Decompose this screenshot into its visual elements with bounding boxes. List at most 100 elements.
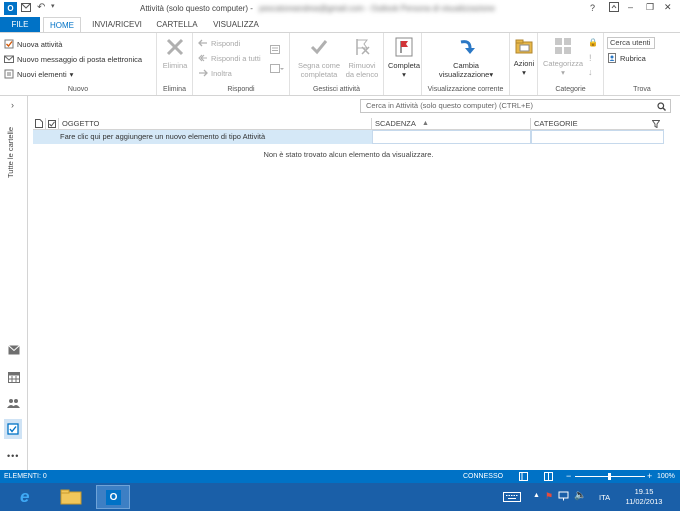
group-label-categories: Categorie xyxy=(555,86,586,93)
delete-x-icon xyxy=(166,38,184,56)
nav-mail-icon[interactable] xyxy=(8,345,20,355)
email-icon xyxy=(4,55,14,63)
more-reply-icon[interactable] xyxy=(270,64,284,73)
mail-icon[interactable] xyxy=(21,3,31,12)
remove-from-list-button[interactable]: Rimuovi da elenco xyxy=(342,37,382,79)
title-bar: O ↶ ▾ Attività (solo questo computer) - … xyxy=(0,0,680,17)
connection-status: CONNESSO xyxy=(463,473,504,480)
outlook-taskbar-icon: O xyxy=(106,490,121,505)
ribbon: Nuova attività Nuovo messaggio di posta … xyxy=(0,32,680,96)
ribbon-display-icon[interactable] xyxy=(609,2,619,12)
item-count: ELEMENTI: 0 xyxy=(4,473,47,480)
address-book-button[interactable]: Rubrica xyxy=(607,53,646,63)
group-delete: Elimina Elimina xyxy=(157,33,193,95)
mark-complete-button[interactable]: Segna come completata xyxy=(294,37,344,79)
clock[interactable]: 19.15 11/02/2013 xyxy=(624,487,664,507)
private-lock-icon[interactable]: 🔒 xyxy=(588,38,598,47)
forward-icon xyxy=(199,69,208,77)
add-task-row[interactable]: Fare clic qui per aggiungere un nuovo el… xyxy=(33,130,664,144)
action-center-flag-icon[interactable]: ⚑ xyxy=(545,491,553,502)
search-icon[interactable] xyxy=(657,102,666,111)
remove-flag-icon xyxy=(356,39,370,55)
quick-access-dropdown-icon[interactable]: ▾ xyxy=(51,2,55,10)
document-icon xyxy=(35,119,43,128)
high-importance-icon[interactable]: ! xyxy=(589,53,592,63)
internet-explorer-icon[interactable]: e xyxy=(20,487,29,507)
sort-ascending-icon: ▲ xyxy=(422,120,429,127)
status-bar: ELEMENTI: 0 CONNESSO − + 100% xyxy=(0,470,680,483)
actions-folder-icon xyxy=(515,39,533,54)
keyboard-icon[interactable] xyxy=(503,492,521,502)
search-input[interactable]: Cerca in Attività (solo questo computer)… xyxy=(360,99,671,113)
minimize-button[interactable]: – xyxy=(628,2,633,12)
add-task-prompt[interactable]: Fare clic qui per aggiungere un nuovo el… xyxy=(60,132,265,141)
column-complete[interactable] xyxy=(46,118,59,130)
chevron-down-icon: ▾ xyxy=(489,70,494,79)
new-task-button[interactable]: Nuova attività xyxy=(4,39,62,49)
flag-icon xyxy=(395,37,413,57)
meeting-reply-icon[interactable] xyxy=(270,45,280,54)
nav-calendar-icon[interactable] xyxy=(8,372,20,383)
restore-button[interactable]: ❐ xyxy=(646,2,654,13)
group-label-manage-task: Gestisci attività xyxy=(312,86,361,93)
reply-button[interactable]: Rispondi xyxy=(198,38,240,48)
new-items-icon xyxy=(4,69,14,79)
all-folders-label[interactable]: Tutte le cartelle xyxy=(6,127,66,178)
group-complete: Completa ▾ xyxy=(384,33,422,95)
zoom-in-button[interactable]: + xyxy=(647,471,652,481)
categories-cell[interactable] xyxy=(531,130,664,144)
search-people-field[interactable]: Cerca utenti xyxy=(607,37,655,49)
task-table-header: OGGETTO SCADENZA ▲ CATEGORIE xyxy=(33,118,664,130)
group-label-new: Nuovo xyxy=(67,86,89,93)
tab-file[interactable]: FILE xyxy=(0,17,40,33)
checkbox-icon xyxy=(48,120,56,128)
help-button[interactable]: ? xyxy=(590,3,595,13)
low-importance-icon[interactable]: ↓ xyxy=(588,67,593,77)
new-items-button[interactable]: Nuovi elementi ▾ xyxy=(4,69,73,79)
tab-home[interactable]: HOME xyxy=(43,17,81,33)
filter-icon[interactable] xyxy=(652,120,660,128)
chevron-down-icon: ▾ xyxy=(522,68,526,77)
delete-button[interactable]: Elimina xyxy=(160,37,190,70)
nav-people-icon[interactable] xyxy=(7,398,20,408)
categorize-button[interactable]: Categorizza ▾ xyxy=(540,37,586,77)
group-new: Nuova attività Nuovo messaggio di posta … xyxy=(0,33,157,95)
normal-view-icon[interactable] xyxy=(519,472,528,481)
forward-button[interactable]: Inoltra xyxy=(198,68,232,78)
group-find: Cerca utenti Rubrica Trova xyxy=(604,33,680,95)
chevron-down-icon: ▾ xyxy=(561,68,565,77)
file-explorer-icon[interactable] xyxy=(60,489,82,505)
due-date-cell[interactable] xyxy=(372,130,531,144)
tab-folder[interactable]: CARTELLA xyxy=(152,17,202,33)
notification-arrow-icon[interactable]: ▲ xyxy=(533,492,540,499)
column-subject[interactable]: OGGETTO xyxy=(59,118,372,130)
volume-icon[interactable]: 🔈 xyxy=(574,490,586,501)
tab-view[interactable]: VISUALIZZA xyxy=(208,17,264,33)
complete-button[interactable]: Completa ▾ xyxy=(386,37,422,79)
column-type-icon[interactable] xyxy=(33,118,46,130)
group-manage-task: Segna come completata Rimuovi da elenco … xyxy=(290,33,384,95)
zoom-out-button[interactable]: − xyxy=(566,471,571,481)
reading-view-icon[interactable] xyxy=(544,472,553,481)
undo-icon[interactable]: ↶ xyxy=(37,2,45,13)
reply-all-button[interactable]: Rispondi a tutti xyxy=(198,53,261,63)
group-current-view: Cambia visualizzazione▾ Visualizzazione … xyxy=(422,33,510,95)
language-indicator[interactable]: ITA xyxy=(599,493,610,502)
expand-folders-icon[interactable]: › xyxy=(11,100,14,110)
change-view-button[interactable]: Cambia visualizzazione▾ xyxy=(432,37,500,79)
column-categories[interactable]: CATEGORIE xyxy=(531,118,664,130)
nav-tasks-icon[interactable] xyxy=(4,419,22,439)
new-email-button[interactable]: Nuovo messaggio di posta elettronica xyxy=(4,54,142,64)
zoom-slider-thumb[interactable] xyxy=(608,473,611,480)
column-due-date[interactable]: SCADENZA ▲ xyxy=(372,118,531,130)
address-book-icon xyxy=(608,53,616,63)
tab-send-receive[interactable]: INVIA/RICEVI xyxy=(86,17,148,33)
taskbar-outlook-button[interactable]: O xyxy=(96,485,130,509)
network-icon[interactable] xyxy=(558,491,569,501)
outlook-logo-icon[interactable]: O xyxy=(4,2,17,15)
close-button[interactable]: ✕ xyxy=(664,2,672,13)
actions-button[interactable]: Azioni ▾ xyxy=(510,37,538,77)
group-categories: Categorizza ▾ 🔒 ! ↓ Categorie xyxy=(538,33,604,95)
zoom-level: 100% xyxy=(657,473,675,480)
nav-more-button[interactable]: ••• xyxy=(7,451,19,461)
